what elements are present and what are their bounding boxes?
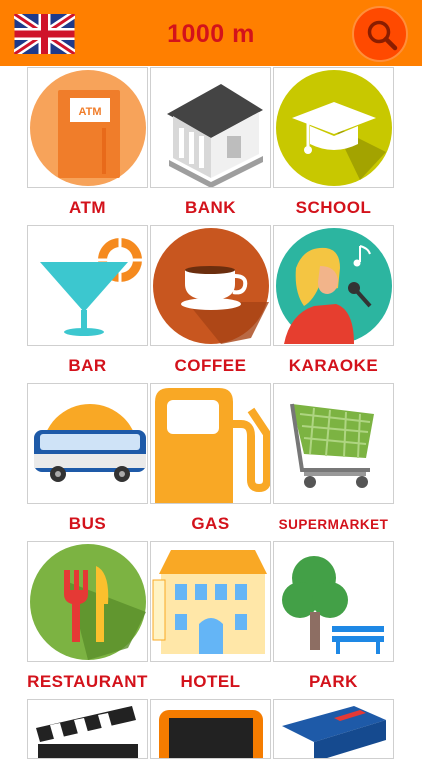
category-label-atm: ATM — [68, 198, 107, 217]
hotel-building-icon — [152, 550, 267, 654]
category-tile-bank[interactable] — [150, 67, 271, 188]
top-bar: 1000 m — [0, 0, 422, 66]
category-grid: ATM ATM BANK SCHOOL BAR COFFEE KARAOKE B… — [0, 66, 422, 759]
atm-icon: ATM — [30, 70, 146, 186]
category-tile-supermarket[interactable] — [273, 383, 394, 504]
category-label-gas: GAS — [191, 514, 230, 533]
category-label-coffee: COFFEE — [174, 356, 247, 375]
bank-icon — [167, 84, 263, 187]
clapperboard-icon — [36, 706, 138, 758]
fork-knife-icon — [30, 544, 146, 660]
gas-pump-icon — [155, 388, 270, 503]
category-tile-restaurant[interactable] — [27, 541, 148, 662]
coffee-cup-icon — [153, 228, 269, 344]
category-tile-tv[interactable] — [150, 699, 271, 759]
search-button[interactable] — [352, 6, 408, 62]
book-icon — [282, 706, 386, 758]
category-label-bar: BAR — [68, 356, 107, 375]
category-label-bus: BUS — [68, 514, 107, 533]
category-label-bank: BANK — [184, 198, 237, 217]
tree-bench-icon — [282, 556, 384, 654]
category-label-supermarket: SUPERMARKET — [278, 517, 389, 532]
tv-screen-icon — [159, 710, 263, 758]
category-label-park: PARK — [309, 672, 358, 691]
category-tile-cinema[interactable] — [27, 699, 148, 759]
category-tile-coffee[interactable] — [150, 225, 271, 346]
category-tile-bus[interactable] — [27, 383, 148, 504]
singer-microphone-icon — [276, 228, 392, 344]
category-tile-gas[interactable] — [150, 383, 271, 504]
category-tile-bar[interactable] — [27, 225, 148, 346]
category-tile-school[interactable] — [273, 67, 394, 188]
search-icon — [367, 20, 398, 51]
category-tile-park[interactable] — [273, 541, 394, 662]
category-tile-hotel[interactable] — [150, 541, 271, 662]
category-label-karaoke: KARAOKE — [288, 356, 379, 375]
category-tile-karaoke[interactable] — [273, 225, 394, 346]
category-tile-book[interactable] — [273, 699, 394, 759]
category-label-hotel: HOTEL — [180, 672, 241, 691]
bus-icon — [34, 404, 146, 482]
graduation-cap-icon — [276, 70, 392, 186]
category-label-school: SCHOOL — [295, 198, 372, 217]
shopping-cart-icon — [290, 403, 374, 488]
category-label-restaurant: RESTAURANT — [27, 672, 148, 691]
cocktail-icon — [40, 238, 142, 336]
category-tile-atm[interactable]: ATM — [27, 67, 148, 188]
svg-text:ATM: ATM — [78, 106, 101, 118]
